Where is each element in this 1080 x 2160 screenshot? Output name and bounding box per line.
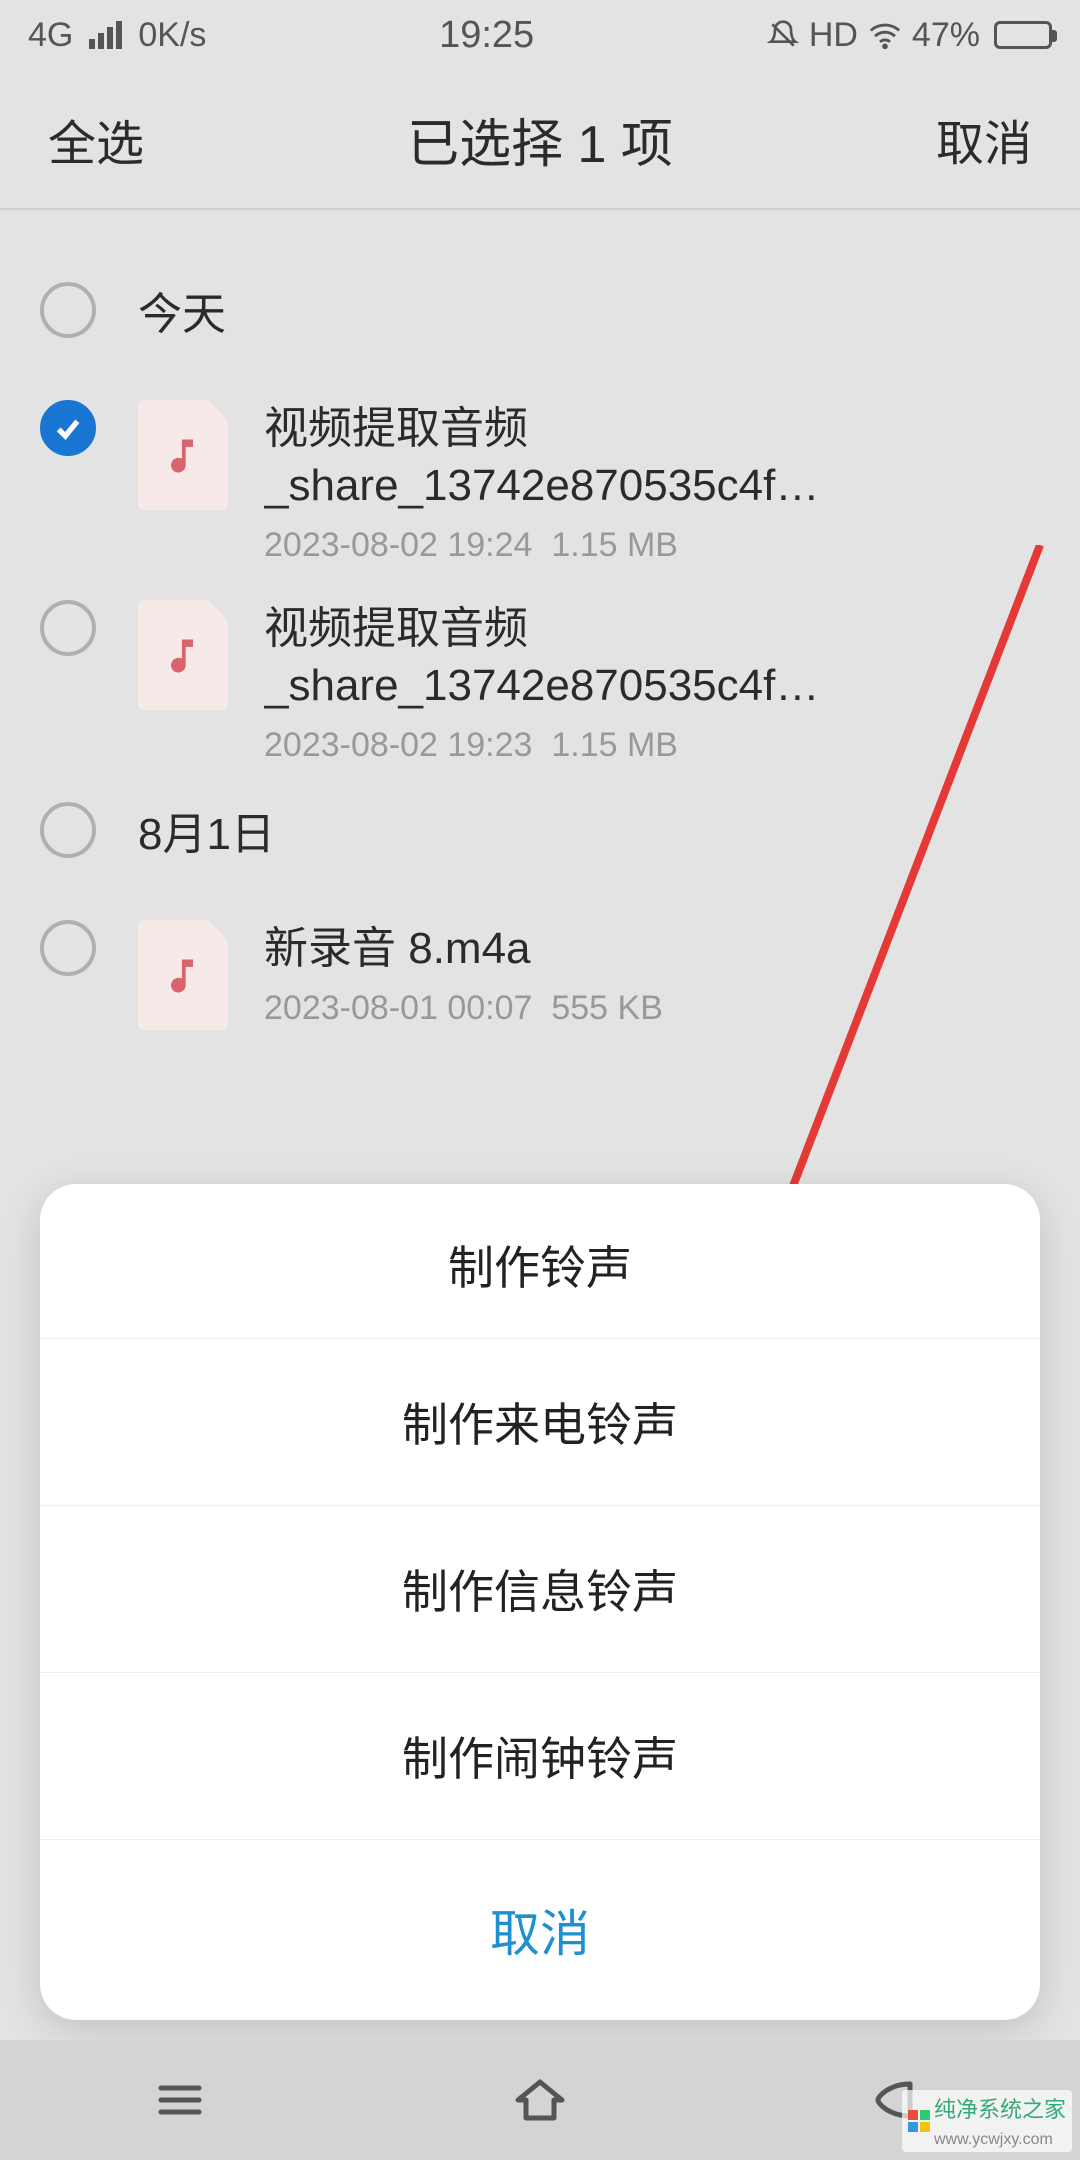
watermark-url: www.ycwjxy.com	[934, 2131, 1053, 2148]
status-bar: 4G 0K/s 19:25 HD 47%	[0, 0, 1080, 70]
file-row[interactable]: 视频提取音频_share_13742e870535c4f… 2023-08-02…	[0, 570, 1080, 770]
file-checkbox[interactable]	[40, 920, 96, 976]
signal-icon	[89, 21, 122, 49]
network-type: 4G	[28, 16, 73, 55]
nav-home-button[interactable]	[500, 2070, 580, 2130]
nav-recent-button[interactable]	[140, 2070, 220, 2130]
sheet-cancel-button[interactable]: 取消	[40, 1839, 1040, 2020]
battery-percent: 47%	[912, 16, 980, 55]
group-checkbox[interactable]	[40, 802, 96, 858]
network-speed: 0K/s	[138, 16, 206, 55]
file-checkbox[interactable]	[40, 600, 96, 656]
watermark: 纯净系统之家 www.ycwjxy.com	[902, 2090, 1072, 2152]
battery-icon	[994, 21, 1052, 49]
music-file-icon	[138, 920, 228, 1030]
ringtone-action-sheet: 制作铃声 制作来电铃声 制作信息铃声 制作闹钟铃声 取消	[40, 1184, 1040, 2020]
file-name: 新录音 8.m4a	[264, 920, 1040, 977]
file-meta: 2023-08-01 00:07 555 KB	[264, 989, 1040, 1028]
cancel-selection-button[interactable]: 取消	[936, 104, 1032, 174]
make-call-ringtone[interactable]: 制作来电铃声	[40, 1338, 1040, 1505]
file-checkbox[interactable]	[40, 400, 96, 456]
file-row[interactable]: 视频提取音频_share_13742e870535c4f… 2023-08-02…	[0, 370, 1080, 570]
watermark-logo-icon	[908, 2110, 930, 2132]
select-all-button[interactable]: 全选	[48, 104, 144, 174]
file-meta: 2023-08-02 19:24 1.15 MB	[264, 526, 1040, 565]
watermark-text: 纯净系统之家	[934, 2097, 1066, 2122]
status-time: 19:25	[439, 14, 534, 57]
mute-icon	[767, 19, 799, 51]
file-row[interactable]: 新录音 8.m4a 2023-08-01 00:07 555 KB	[0, 890, 1080, 1090]
file-list: 今天 视频提取音频_share_13742e870535c4f… 2023-08…	[0, 210, 1080, 1090]
selection-header: 全选 已选择 1 项 取消	[0, 70, 1080, 210]
file-meta: 2023-08-02 19:23 1.15 MB	[264, 726, 1040, 765]
group-header-aug1[interactable]: 8月1日	[0, 770, 1080, 890]
sheet-title: 制作铃声	[40, 1184, 1040, 1338]
selection-title: 已选择 1 项	[407, 102, 673, 177]
music-file-icon	[138, 600, 228, 710]
group-header-today[interactable]: 今天	[0, 250, 1080, 370]
music-file-icon	[138, 400, 228, 510]
group-label: 8月1日	[138, 798, 275, 862]
hd-indicator: HD	[809, 16, 858, 55]
file-name: 视频提取音频_share_13742e870535c4f…	[264, 600, 1040, 714]
group-label: 今天	[138, 278, 226, 342]
file-name: 视频提取音频_share_13742e870535c4f…	[264, 400, 1040, 514]
make-alarm-ringtone[interactable]: 制作闹钟铃声	[40, 1672, 1040, 1839]
wifi-icon	[868, 18, 902, 52]
make-message-ringtone[interactable]: 制作信息铃声	[40, 1505, 1040, 1672]
group-checkbox[interactable]	[40, 282, 96, 338]
